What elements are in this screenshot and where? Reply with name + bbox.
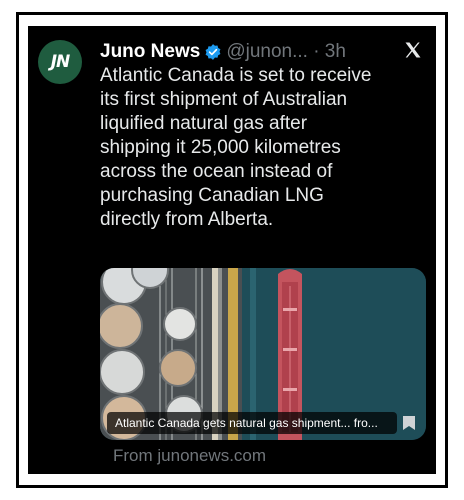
- article-source[interactable]: From junonews.com: [113, 446, 266, 466]
- avatar-text: JN: [50, 52, 71, 72]
- tweet-header: Juno News @junon... · 3h: [100, 38, 420, 66]
- x-logo-icon[interactable]: [403, 40, 423, 64]
- handle-and-time[interactable]: @junon... · 3h: [226, 41, 346, 63]
- article-caption[interactable]: Atlantic Canada gets natural gas shipmen…: [107, 412, 397, 434]
- tweet-text: Atlantic Canada is set to receive its fi…: [100, 65, 372, 230]
- avatar[interactable]: JN: [38, 40, 82, 84]
- author-name[interactable]: Juno News: [100, 41, 200, 63]
- verified-badge-icon: [205, 44, 221, 60]
- bookmark-icon[interactable]: [402, 415, 416, 431]
